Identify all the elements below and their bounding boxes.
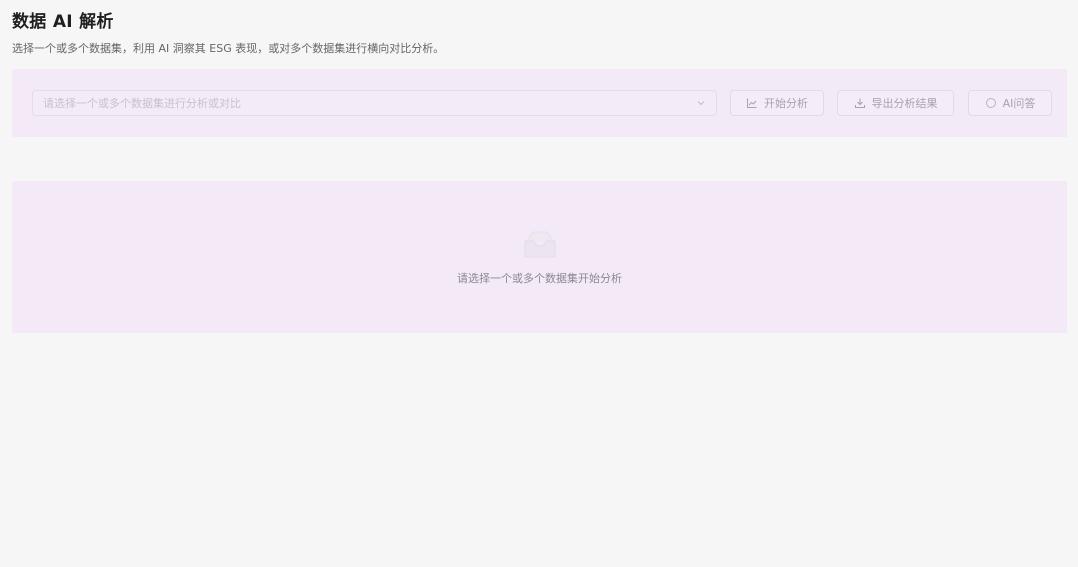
ai-chat-button[interactable]: AI问答 bbox=[968, 90, 1052, 116]
dataset-select[interactable]: 请选择一个或多个数据集进行分析或对比 bbox=[32, 90, 717, 116]
chevron-down-icon bbox=[696, 98, 706, 108]
empty-inbox-icon bbox=[517, 227, 563, 261]
export-results-label: 导出分析结果 bbox=[871, 97, 938, 110]
page-subtitle: 选择一个或多个数据集，利用 AI 洞察其 ESG 表现，或对多个数据集进行横向对… bbox=[12, 42, 445, 55]
export-results-button[interactable]: 导出分析结果 bbox=[837, 90, 954, 116]
line-chart-icon bbox=[746, 97, 758, 109]
ai-chat-label: AI问答 bbox=[1002, 97, 1036, 110]
dataset-select-placeholder: 请选择一个或多个数据集进行分析或对比 bbox=[43, 97, 241, 110]
start-analysis-label: 开始分析 bbox=[764, 97, 808, 110]
loading-icon bbox=[985, 97, 997, 109]
start-analysis-button[interactable]: 开始分析 bbox=[730, 90, 824, 116]
empty-state-text: 请选择一个或多个数据集开始分析 bbox=[457, 272, 622, 285]
result-card: 请选择一个或多个数据集开始分析 bbox=[12, 181, 1067, 333]
download-icon bbox=[854, 97, 866, 109]
page-title: 数据 AI 解析 bbox=[12, 12, 114, 32]
toolbar-card: 请选择一个或多个数据集进行分析或对比 开始分析 导出分析结果 AI问答 bbox=[12, 69, 1067, 137]
